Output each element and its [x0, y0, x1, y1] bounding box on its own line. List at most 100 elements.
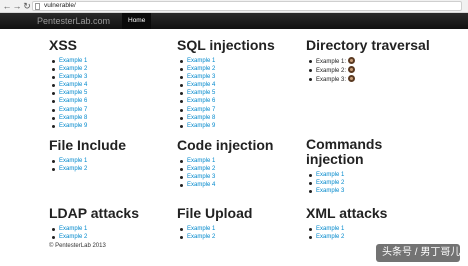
example-link[interactable]: Example 8 [59, 115, 87, 121]
list-item: Example 2: [306, 66, 430, 75]
list-item: Example 2 [49, 65, 87, 73]
section-title: Commands injection [306, 136, 383, 167]
page-icon [35, 3, 40, 10]
thumbnail-image[interactable] [348, 66, 356, 74]
list-item: Example 2 [177, 65, 275, 73]
section-xml-attacks: XML attacks Example 1 Example 2 [306, 205, 387, 241]
browser-toolbar: ← → ↻ vulnerable/ [0, 0, 468, 13]
nav-home[interactable]: Home [122, 13, 152, 29]
list-item: Example 1 [49, 225, 139, 233]
example-link[interactable]: Example 3 [59, 74, 87, 80]
example-link[interactable]: Example 7 [187, 107, 215, 113]
example-link[interactable]: Example 8 [187, 115, 215, 121]
example-list: Example 1 Example 2 Example 3 Example 4 … [177, 57, 275, 130]
example-link[interactable]: Example 6 [187, 98, 215, 104]
example-link[interactable]: Example 1 [316, 172, 344, 178]
example-link[interactable]: Example 5 [187, 90, 215, 96]
thumbnail-image[interactable] [348, 57, 356, 64]
list-item: Example 1 [177, 225, 252, 233]
site-navbar: PentesterLab.com Home [0, 13, 468, 29]
list-item: Example 2 [306, 179, 416, 187]
example-list: Example 1: Example 2: Example 3: [306, 57, 430, 84]
example-link[interactable]: Example 2 [187, 166, 215, 172]
example-link[interactable]: Example 2 [316, 234, 344, 240]
section-commands-injection: Commands injection Example 1 Example 2 E… [306, 137, 416, 195]
list-item: Example 1 [177, 57, 275, 65]
example-link[interactable]: Example 5 [59, 90, 87, 96]
example-link[interactable]: Example 3 [187, 174, 215, 180]
section-sql-injections: SQL injections Example 1 Example 2 Examp… [177, 37, 275, 130]
list-item: Example 9 [177, 122, 275, 130]
list-item: Example 3 [306, 187, 416, 195]
example-link[interactable]: Example 2 [59, 66, 87, 72]
example-link[interactable]: Example 1 [187, 58, 215, 64]
footer-copyright: © PentesterLab 2013 [49, 243, 106, 249]
example-link[interactable]: Example 7 [59, 107, 87, 113]
example-link[interactable]: Example 2 [187, 66, 215, 72]
section-title: SQL injections [177, 37, 275, 53]
example-list: Example 1 Example 2 Example 3 Example 4 [177, 157, 273, 189]
example-link[interactable]: Example 1 [59, 226, 87, 232]
list-item: Example 3: [306, 75, 430, 84]
list-item: Example 2 [177, 165, 273, 173]
thumbnail-image[interactable] [348, 75, 356, 83]
example-link[interactable]: Example 9 [59, 123, 87, 129]
section-ldap-attacks: LDAP attacks Example 1 Example 2 [49, 205, 139, 241]
example-link[interactable]: Example 2 [59, 234, 87, 240]
list-item: Example 1 [49, 157, 126, 165]
list-item: Example 5 [177, 89, 275, 97]
example-list: Example 1 Example 2 [306, 225, 387, 241]
list-item: Example 4 [177, 81, 275, 89]
list-item: Example 1 [306, 225, 387, 233]
list-item: Example 3 [49, 73, 87, 81]
section-title: XML attacks [306, 205, 388, 221]
list-item: Example 9 [49, 122, 87, 130]
example-list: Example 1 Example 2 [177, 225, 252, 241]
reload-icon[interactable]: ↻ [22, 1, 32, 11]
list-item: Example 3 [177, 173, 273, 181]
example-link[interactable]: Example 4 [187, 82, 215, 88]
example-list: Example 1 Example 2 [49, 225, 139, 241]
list-item: Example 6 [177, 97, 275, 105]
example-label: Example 3: [316, 77, 347, 84]
address-bar[interactable]: vulnerable/ [32, 1, 462, 11]
example-link[interactable]: Example 1 [316, 226, 344, 232]
list-item: Example 2 [177, 233, 252, 241]
list-item: Example 3 [177, 73, 275, 81]
list-item: Example 8 [177, 114, 275, 122]
forward-arrow-icon[interactable]: → [12, 1, 22, 11]
example-link[interactable]: Example 2 [316, 180, 344, 186]
section-file-upload: File Upload Example 1 Example 2 [177, 205, 252, 241]
watermark: 头条号 / 男丁哥儿 [376, 244, 460, 262]
example-link[interactable]: Example 1 [187, 158, 215, 164]
list-item: Example 1 [177, 157, 273, 165]
example-link[interactable]: Example 4 [59, 82, 87, 88]
section-title: Directory traversal [306, 37, 430, 53]
list-item: Example 5 [49, 89, 87, 97]
example-link[interactable]: Example 2 [187, 234, 215, 240]
brand-link[interactable]: PentesterLab.com [37, 13, 110, 29]
url-text[interactable]: vulnerable/ [44, 2, 76, 10]
example-link[interactable]: Example 2 [59, 166, 87, 172]
section-code-injection: Code injection Example 1 Example 2 Examp… [177, 137, 273, 189]
list-item: Example 6 [49, 97, 87, 105]
example-link[interactable]: Example 3 [316, 188, 344, 194]
watermark-text: 头条号 / 男丁哥儿 [382, 247, 461, 258]
list-item: Example 4 [177, 181, 273, 189]
example-link[interactable]: Example 9 [187, 123, 215, 129]
example-list: Example 1 Example 2 Example 3 Example 4 … [49, 57, 87, 130]
list-item: Example 2 [306, 233, 387, 241]
section-directory-traversal: Directory traversal Example 1: Example 2… [306, 37, 430, 84]
section-title: LDAP attacks [49, 205, 140, 221]
section-title: XSS [49, 37, 78, 53]
list-item: Example 1 [49, 57, 87, 65]
example-link[interactable]: Example 1 [187, 226, 215, 232]
example-link[interactable]: Example 1 [59, 158, 87, 164]
example-link[interactable]: Example 6 [59, 98, 87, 104]
example-link[interactable]: Example 1 [59, 58, 87, 64]
example-link[interactable]: Example 3 [187, 74, 215, 80]
example-link[interactable]: Example 4 [187, 182, 215, 188]
back-arrow-icon[interactable]: ← [2, 1, 12, 11]
list-item: Example 8 [49, 114, 87, 122]
section-title: Code injection [177, 137, 274, 153]
